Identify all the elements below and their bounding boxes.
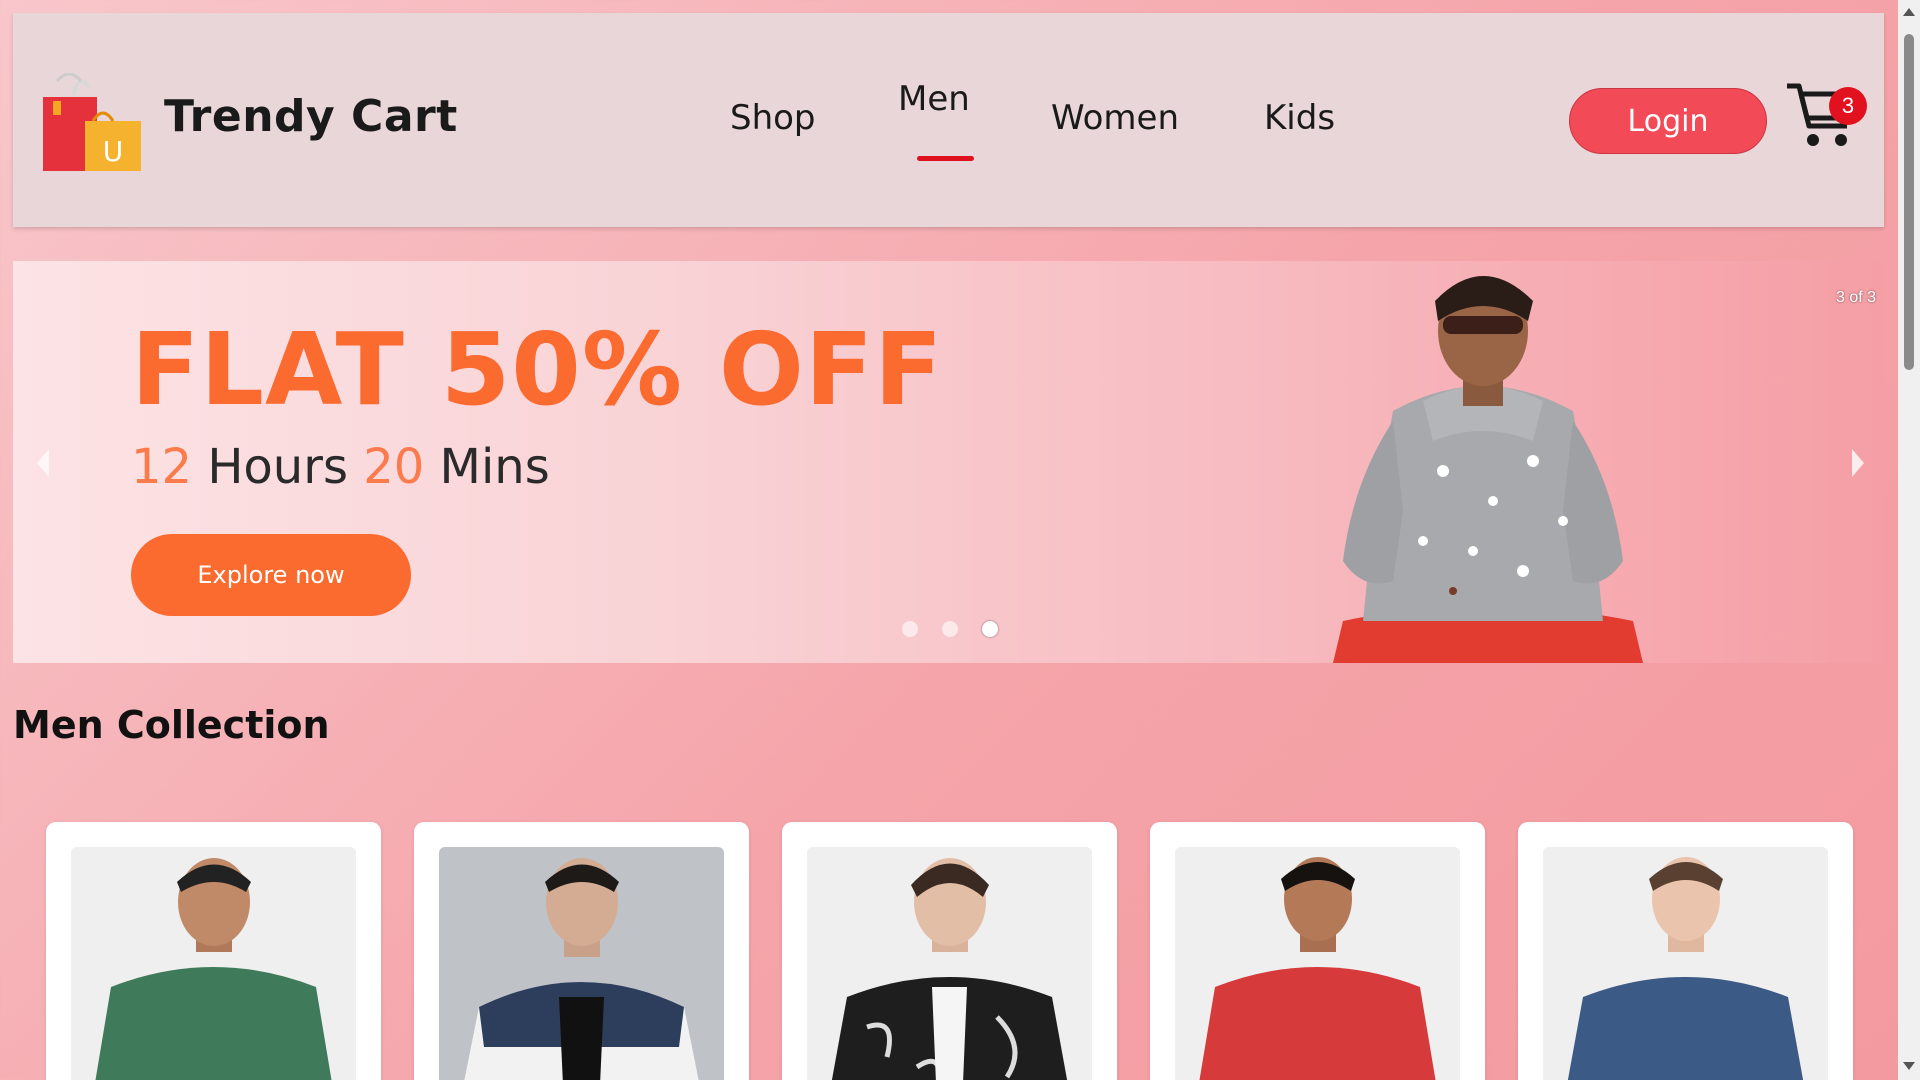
promo-carousel: FLAT 50% OFF 12 Hours 20 Mins Explore no… xyxy=(13,261,1884,663)
product-image xyxy=(71,847,356,1080)
carousel-next-arrow-icon[interactable] xyxy=(1846,443,1870,483)
product-card[interactable] xyxy=(46,822,381,1080)
promo-countdown: 12 Hours 20 Mins xyxy=(131,439,550,495)
slide-counter: 3 of 3 xyxy=(1835,289,1876,306)
site-header: U Trendy Cart Shop Men Women Kids Login xyxy=(13,13,1884,227)
product-1-garment xyxy=(95,967,332,1080)
countdown-mins: 20 xyxy=(363,439,425,495)
product-card[interactable] xyxy=(782,822,1117,1080)
cart-count-badge: 3 xyxy=(1829,87,1867,125)
nav-kids[interactable]: Kids xyxy=(1264,98,1335,138)
nav-shop[interactable]: Shop xyxy=(730,98,816,138)
nav-men[interactable]: Men xyxy=(898,79,970,119)
countdown-mins-unit: Mins xyxy=(424,439,550,495)
nav-women[interactable]: Women xyxy=(1051,98,1179,138)
product-image xyxy=(439,847,724,1080)
page-scrollbar[interactable] xyxy=(1898,0,1920,1080)
product-card[interactable] xyxy=(1518,822,1853,1080)
product-3-image xyxy=(831,858,1068,1080)
active-nav-underline xyxy=(917,156,974,161)
product-image xyxy=(1543,847,1828,1080)
scroll-thumb[interactable] xyxy=(1904,34,1914,370)
carousel-prev-arrow-icon[interactable] xyxy=(31,443,55,483)
logo[interactable]: U xyxy=(43,73,153,173)
scroll-up-arrow-icon[interactable] xyxy=(1903,8,1915,16)
product-image xyxy=(1175,847,1460,1080)
product-1-image xyxy=(95,858,332,1080)
product-5-image xyxy=(1567,857,1804,1080)
countdown-hours-unit: Hours xyxy=(192,439,364,495)
brand-name[interactable]: Trendy Cart xyxy=(164,91,458,142)
logo-letter: U xyxy=(103,135,124,168)
section-title: Men Collection xyxy=(13,703,330,747)
carousel-dot-3[interactable] xyxy=(982,621,998,637)
scroll-down-arrow-icon[interactable] xyxy=(1903,1062,1915,1070)
product-card[interactable] xyxy=(1150,822,1485,1080)
login-button[interactable]: Login xyxy=(1569,88,1767,154)
promo-title: FLAT 50% OFF xyxy=(131,311,944,428)
shopping-bags-icon: U xyxy=(43,73,141,171)
countdown-hours: 12 xyxy=(131,439,193,495)
carousel-dot-2[interactable] xyxy=(942,621,958,637)
carousel-dot-1[interactable] xyxy=(902,621,918,637)
product-card[interactable] xyxy=(414,822,749,1080)
product-4-image xyxy=(1199,857,1436,1080)
explore-now-button[interactable]: Explore now xyxy=(131,534,411,616)
product-2-image xyxy=(464,858,699,1080)
banner-model-image xyxy=(1333,276,1643,663)
product-image xyxy=(807,847,1092,1080)
